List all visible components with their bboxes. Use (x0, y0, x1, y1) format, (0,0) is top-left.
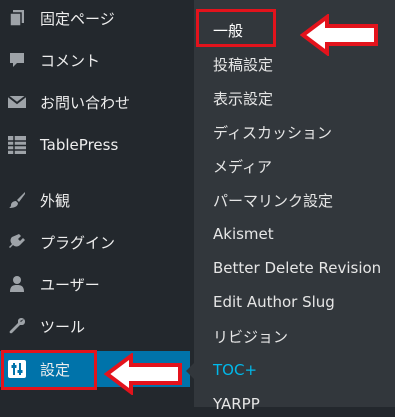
submenu-item-reading[interactable]: 表示設定 (213, 85, 273, 111)
table-icon (6, 134, 28, 156)
submenu-item-yarpp[interactable]: YARPP (213, 391, 260, 417)
submenu-item-akismet[interactable]: Akismet (213, 221, 274, 247)
annotation-arrow-icon (300, 14, 378, 56)
sidebar-item-label: TablePress (40, 136, 119, 154)
mail-icon (6, 91, 28, 113)
comment-icon (6, 49, 28, 71)
sidebar-item-label: ユーザー (40, 275, 100, 294)
annotation-arrow-icon (104, 353, 182, 395)
settings-submenu: 一般 投稿設定 表示設定 ディスカッション メディア パーマリンク設定 Akis… (194, 0, 395, 413)
wrench-icon (6, 315, 28, 337)
submenu-item-discussion[interactable]: ディスカッション (213, 119, 332, 145)
sidebar-item-comments[interactable]: コメント (0, 42, 190, 78)
sidebar-item-contact[interactable]: お問い合わせ (0, 84, 190, 120)
submenu-item-media[interactable]: メディア (213, 153, 272, 179)
submenu-item-permalinks[interactable]: パーマリンク設定 (213, 187, 333, 213)
paintbrush-icon (6, 189, 28, 211)
plugin-icon (6, 231, 28, 253)
sidebar-item-label: お問い合わせ (40, 93, 131, 112)
annotation-highlight-box (1, 350, 97, 390)
user-icon (6, 273, 28, 295)
submenu-item-edit-author-slug[interactable]: Edit Author Slug (213, 289, 335, 315)
sidebar-item-label: ツール (40, 317, 86, 336)
admin-sidebar: 固定ページ コメント お問い合わせ TablePress 外観 プラグイン ユー… (0, 0, 190, 407)
submenu-item-writing[interactable]: 投稿設定 (213, 51, 273, 77)
submenu-item-revisions[interactable]: リビジョン (213, 323, 288, 349)
submenu-item-toc-plus[interactable]: TOC+ (213, 357, 257, 383)
sidebar-item-label: プラグイン (40, 233, 116, 252)
sidebar-item-pages[interactable]: 固定ページ (0, 0, 190, 36)
submenu-item-better-delete-revision[interactable]: Better Delete Revision (213, 255, 381, 281)
annotation-highlight-box (196, 9, 276, 47)
pages-icon (6, 7, 28, 29)
menu-separator (0, 165, 190, 177)
sidebar-item-tools[interactable]: ツール (0, 308, 190, 344)
sidebar-item-label: 外観 (40, 191, 71, 210)
sidebar-item-users[interactable]: ユーザー (0, 266, 190, 302)
sidebar-item-plugins[interactable]: プラグイン (0, 224, 190, 260)
active-menu-pointer (186, 363, 194, 379)
sidebar-item-label: コメント (40, 51, 101, 70)
sidebar-item-label: 固定ページ (40, 9, 115, 28)
sidebar-item-appearance[interactable]: 外観 (0, 182, 190, 218)
sidebar-item-tablepress[interactable]: TablePress (0, 127, 190, 163)
